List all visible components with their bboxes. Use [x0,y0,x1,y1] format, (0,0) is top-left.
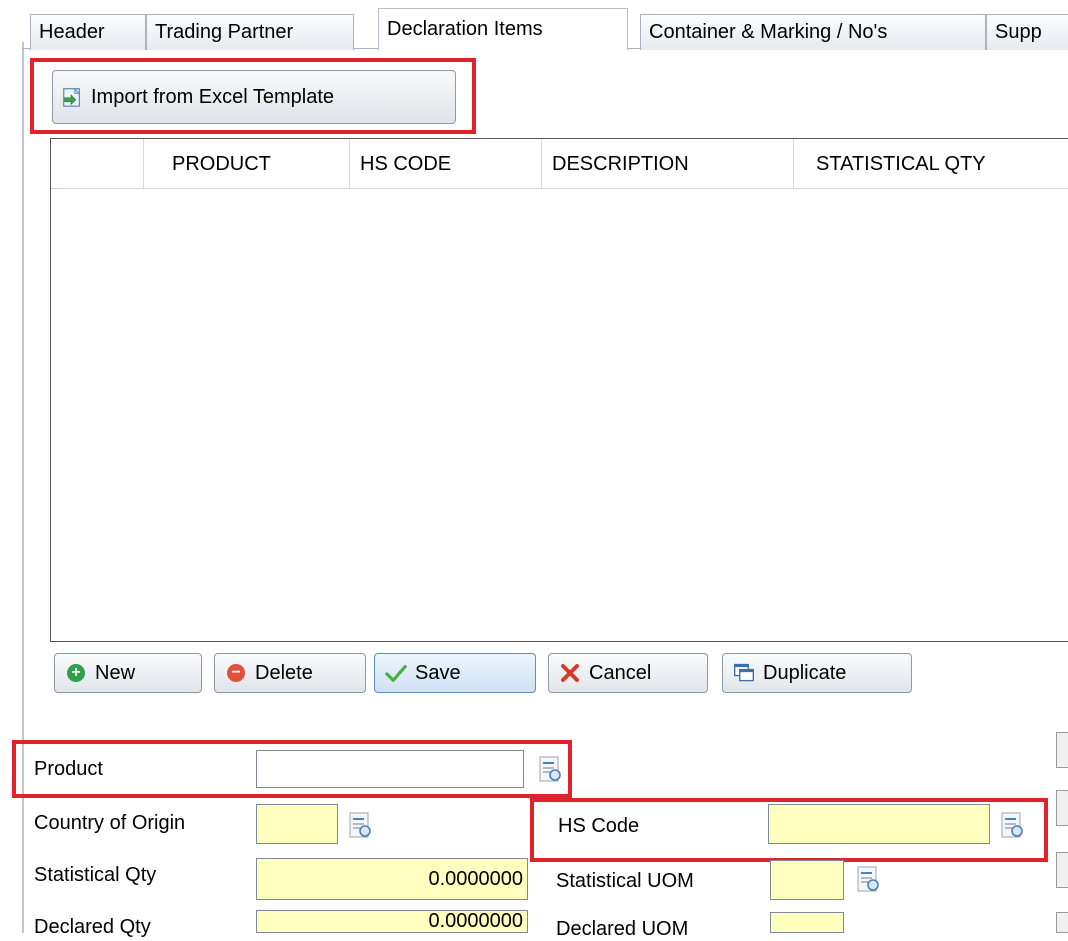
column-header-label: DESCRIPTION [552,153,689,175]
column-header-description[interactable]: DESCRIPTION [541,139,791,189]
statistical-uom-label: Statistical UOM [556,870,694,892]
declared-uom-field[interactable] [770,912,844,933]
duplicate-button-label: Duplicate [763,661,847,684]
tab-label: Declaration Items [387,18,543,40]
duplicate-button[interactable]: Duplicate [722,653,912,693]
statistical-uom-field[interactable] [770,860,844,900]
tab-supp[interactable]: Supp [986,14,1068,50]
highlight-import-button [30,58,476,134]
new-button-label: New [95,661,136,684]
tab-declaration-items[interactable]: Declaration Items [378,8,628,50]
tab-label: Supp [995,21,1042,43]
country-lookup-icon[interactable] [348,812,374,840]
declared-qty-field[interactable] [256,910,528,933]
grid-header-row: PRODUCT HS CODE DESCRIPTION STATISTICAL … [51,139,1068,189]
statistical-qty-field[interactable] [256,858,528,900]
tab-header[interactable]: Header [30,14,146,50]
column-header-hs-code[interactable]: HS CODE [349,139,539,189]
highlight-hs-code-field [530,798,1048,862]
column-header-label: STATISTICAL QTY [816,153,986,175]
cancel-x-icon [559,662,581,684]
side-button[interactable] [1056,912,1068,933]
column-header-label: HS CODE [360,153,452,175]
highlight-product-field [12,740,572,798]
declaration-items-grid[interactable]: PRODUCT HS CODE DESCRIPTION STATISTICAL … [50,138,1068,642]
tab-trading-partner[interactable]: Trading Partner [146,14,354,50]
tab-label: Header [39,21,105,43]
country-of-origin-label: Country of Origin [34,812,186,834]
remove-circle-icon: − [225,662,247,684]
tab-container-marking[interactable]: Container & Marking / No's [640,14,986,50]
statistical-uom-lookup-icon[interactable] [856,866,882,894]
country-of-origin-field[interactable] [256,804,338,844]
save-button-label: Save [415,661,461,684]
cancel-button-label: Cancel [589,661,652,684]
save-button[interactable]: Save [374,653,536,693]
tab-label: Container & Marking / No's [649,21,888,43]
side-button[interactable] [1056,852,1068,888]
declared-qty-label: Declared Qty [34,916,151,938]
side-button[interactable] [1056,732,1068,768]
delete-button-label: Delete [255,661,313,684]
tab-label: Trading Partner [155,21,294,43]
form-left-border [22,42,24,933]
declared-uom-label: Declared UOM [556,918,689,940]
column-header-label: PRODUCT [172,153,271,175]
side-button[interactable] [1056,790,1068,826]
cancel-button[interactable]: Cancel [548,653,708,693]
delete-button[interactable]: − Delete [214,653,366,693]
statistical-qty-label: Statistical Qty [34,864,157,886]
checkmark-icon [385,662,407,684]
new-button[interactable]: + New [54,653,202,693]
column-header-statistical-qty[interactable]: STATISTICAL QTY [793,139,1068,189]
duplicate-windows-icon [733,662,755,684]
add-circle-icon: + [65,662,87,684]
